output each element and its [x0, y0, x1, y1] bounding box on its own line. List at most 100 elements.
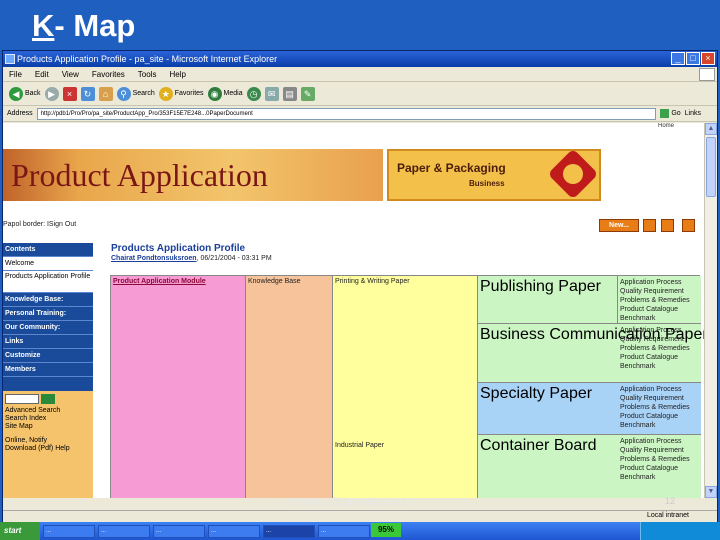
app-link[interactable]: Problems & Remedies — [620, 344, 690, 353]
scroll-down-icon[interactable]: ▼ — [705, 486, 717, 498]
online-notify-link[interactable]: Online, Notify — [5, 437, 93, 445]
grid-cell-knowledge-base[interactable]: Knowledge Base — [248, 278, 301, 285]
sidebar-item-customize[interactable]: Customize — [3, 349, 93, 363]
grid-col-knowledge: Knowledge Base — [246, 276, 333, 498]
sidebar-item-welcome[interactable]: Welcome — [3, 257, 93, 271]
app-link[interactable]: Benchmark — [620, 362, 690, 371]
paper-packaging-logo-box: Paper & Packaging Business — [387, 148, 601, 201]
grid-cell-container-board[interactable]: Container Board — [480, 437, 597, 455]
profile-grid: Product Application Module Knowledge Bas… — [110, 275, 704, 498]
app-link[interactable]: Product Catalogue — [620, 353, 690, 362]
taskbar: start ... ... ... ... ... ... — [0, 522, 720, 540]
minimize-button[interactable]: _ — [671, 52, 685, 65]
sidebar-item-members[interactable]: Members — [3, 363, 93, 377]
menu-view[interactable]: View — [62, 67, 79, 81]
advanced-search-link[interactable]: Advanced Search — [5, 407, 93, 415]
scroll-up-icon[interactable]: ▲ — [705, 123, 717, 135]
app-link[interactable]: Product Catalogue — [620, 412, 690, 421]
delete-button[interactable] — [682, 219, 695, 232]
go-arrow-icon — [660, 109, 670, 118]
profile-user-line: Chairat Pondtonsuksroen, 06/21/2004 - 03… — [111, 255, 272, 262]
print-button[interactable]: ▤ — [282, 86, 297, 101]
download-help-link[interactable]: Download (Pdf) Help — [5, 445, 93, 453]
sidebar-item-contents[interactable]: Contents — [3, 243, 93, 257]
menu-tools[interactable]: Tools — [138, 67, 157, 81]
sidebar-item-links[interactable]: Links — [3, 335, 93, 349]
menu-file[interactable]: File — [9, 67, 22, 81]
grid-cell-module[interactable]: Product Application Module — [113, 278, 206, 285]
stop-button[interactable]: × — [62, 86, 77, 101]
search-button[interactable]: ⚲ Search — [116, 86, 155, 101]
edit-button[interactable]: ✎ — [300, 86, 315, 101]
address-input[interactable]: http://pdb1/Pro/Pro/pa_site/ProductApp_P… — [36, 107, 657, 120]
scroll-thumb[interactable] — [706, 137, 716, 197]
history-button[interactable]: ◷ — [246, 86, 261, 101]
system-tray — [640, 522, 720, 540]
new-button[interactable]: New... — [599, 219, 639, 232]
profile-user-name[interactable]: Chairat Pondtonsuksroen — [111, 255, 197, 262]
close-button[interactable]: × — [701, 52, 715, 65]
favorites-button[interactable]: ★ Favorites — [158, 86, 204, 101]
taskbar-item[interactable]: ... — [263, 524, 315, 538]
sidebar-item-personal-training[interactable]: Personal Training: — [3, 307, 93, 321]
vertical-scrollbar[interactable]: ▲ ▼ — [704, 123, 717, 498]
taskbar-item[interactable]: ... — [153, 524, 205, 538]
app-link[interactable]: Quality Requirement — [620, 446, 690, 455]
stop-icon: × — [62, 86, 77, 101]
mail-button[interactable]: ✉ — [264, 86, 279, 101]
search-index-link[interactable]: Search Index — [5, 415, 93, 423]
grid-cell-specialty[interactable]: Specialty Paper — [480, 385, 592, 403]
app-link[interactable]: Quality Requirement — [620, 394, 690, 403]
app-link[interactable]: Application Process — [620, 326, 690, 335]
footer-email: chawee.w@dumrather.co.th — [286, 497, 411, 508]
go-button[interactable]: Go — [660, 109, 681, 118]
star-icon: ★ — [158, 86, 173, 101]
refresh-button[interactable]: ↻ — [80, 86, 95, 101]
app-link[interactable]: Benchmark — [620, 421, 690, 430]
sidebar-item-knowledge-base[interactable]: Knowledge Base: — [3, 293, 93, 307]
grid-cell-printing-writing[interactable]: Printing & Writing Paper — [335, 278, 410, 285]
app-link[interactable]: Benchmark — [620, 473, 690, 482]
edit-doc-button[interactable] — [643, 219, 656, 232]
app-link[interactable]: Product Catalogue — [620, 305, 690, 314]
taskbar-item[interactable]: ... — [98, 524, 150, 538]
home-link[interactable]: Home — [3, 123, 704, 131]
app-link[interactable]: Application Process — [620, 278, 690, 287]
links-label[interactable]: Links — [685, 110, 717, 117]
app-link[interactable]: Quality Requirement — [620, 287, 690, 296]
grid-cell-publishing[interactable]: Publishing Paper — [480, 278, 601, 296]
maximize-button[interactable]: □ — [686, 52, 700, 65]
taskbar-item[interactable]: ... — [43, 524, 95, 538]
menu-help[interactable]: Help — [169, 67, 185, 81]
app-link[interactable]: Problems & Remedies — [620, 455, 690, 464]
app-link[interactable]: Quality Requirement — [620, 335, 690, 344]
printer-icon: ▤ — [282, 86, 297, 101]
media-button[interactable]: ◉ Media — [207, 86, 243, 101]
app-link[interactable]: Product Catalogue — [620, 464, 690, 473]
app-link[interactable]: Benchmark — [620, 314, 690, 323]
start-button[interactable]: start — [0, 522, 40, 540]
browser-window: Products Application Profile - pa_site -… — [2, 50, 718, 523]
back-button[interactable]: ◀ Back — [9, 86, 41, 101]
taskbar-item[interactable]: ... — [318, 524, 370, 538]
forward-button[interactable]: ▶ — [44, 86, 59, 101]
site-map-link[interactable]: Site Map — [5, 423, 93, 431]
menu-edit[interactable]: Edit — [35, 67, 49, 81]
app-link[interactable]: Problems & Remedies — [620, 403, 690, 412]
grid-cell-industrial[interactable]: Industrial Paper — [335, 442, 384, 449]
refresh-icon: ↻ — [80, 86, 95, 101]
app-link[interactable]: Application Process — [620, 385, 690, 394]
sidebar-search-button[interactable] — [40, 394, 55, 404]
sidebar-item-our-community[interactable]: Our Community: — [3, 321, 93, 335]
help-button[interactable] — [661, 219, 674, 232]
sidebar-item-products-application-profile[interactable]: Products Application Profile — [3, 271, 93, 293]
app-link[interactable]: Problems & Remedies — [620, 296, 690, 305]
app-list-business: Application Process Quality Requirement … — [620, 326, 690, 371]
sidebar-search-input[interactable] — [5, 394, 39, 404]
menu-favorites[interactable]: Favorites — [92, 67, 125, 81]
login-status[interactable]: Papol border: ISign Out — [3, 221, 76, 228]
home-button[interactable]: ⌂ — [98, 86, 113, 101]
taskbar-item[interactable]: ... — [208, 524, 260, 538]
app-link[interactable]: Application Process — [620, 437, 690, 446]
history-icon: ◷ — [246, 86, 261, 101]
